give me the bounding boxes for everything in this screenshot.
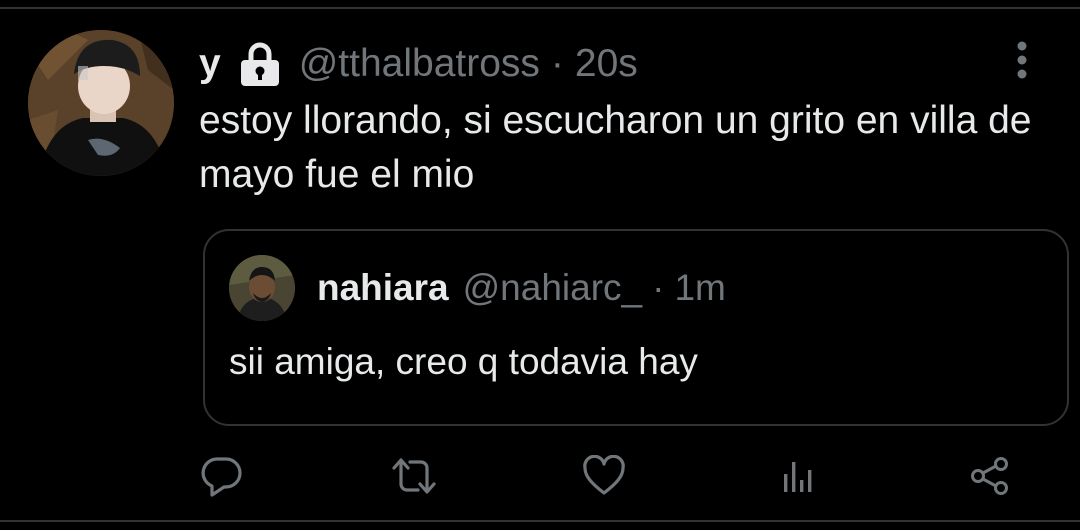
heart-icon xyxy=(581,455,627,497)
reply-button[interactable] xyxy=(198,454,246,498)
top-divider xyxy=(0,7,1080,9)
reply-icon xyxy=(200,455,244,497)
separator-dot: · xyxy=(550,42,564,85)
analytics-icon xyxy=(778,456,818,496)
retweet-icon xyxy=(390,456,438,496)
quoted-tweet-card[interactable]: nahiara @nahiarc_ · 1m sii amiga, creo q… xyxy=(203,229,1069,426)
tweet-header: y @tthalbatross · 20s xyxy=(199,38,638,90)
quoted-tweet-header: nahiara @nahiarc_ · 1m xyxy=(317,263,726,313)
handle[interactable]: @tthalbatross xyxy=(299,42,540,86)
quoted-handle: @nahiarc_ xyxy=(462,267,643,308)
timestamp[interactable]: 20s xyxy=(575,42,638,86)
quoted-separator-dot: · xyxy=(652,267,665,308)
analytics-button[interactable] xyxy=(774,454,822,498)
quoted-avatar xyxy=(229,255,295,321)
lock-icon xyxy=(237,42,283,86)
retweet-button[interactable] xyxy=(390,454,438,498)
more-vertical-icon[interactable] xyxy=(1008,40,1036,80)
bottom-divider xyxy=(0,520,1080,522)
quoted-timestamp: 1m xyxy=(674,267,726,308)
display-name[interactable]: y xyxy=(199,42,221,86)
quoted-tweet-text: sii amiga, creo q todavia hay xyxy=(229,341,698,382)
like-button[interactable] xyxy=(580,454,628,498)
avatar[interactable] xyxy=(28,30,174,176)
share-icon xyxy=(968,455,1012,497)
share-button[interactable] xyxy=(966,454,1014,498)
tweet-text: estoy llorando, si escucharon un grito e… xyxy=(199,99,1032,196)
quoted-display-name: nahiara xyxy=(317,267,449,308)
